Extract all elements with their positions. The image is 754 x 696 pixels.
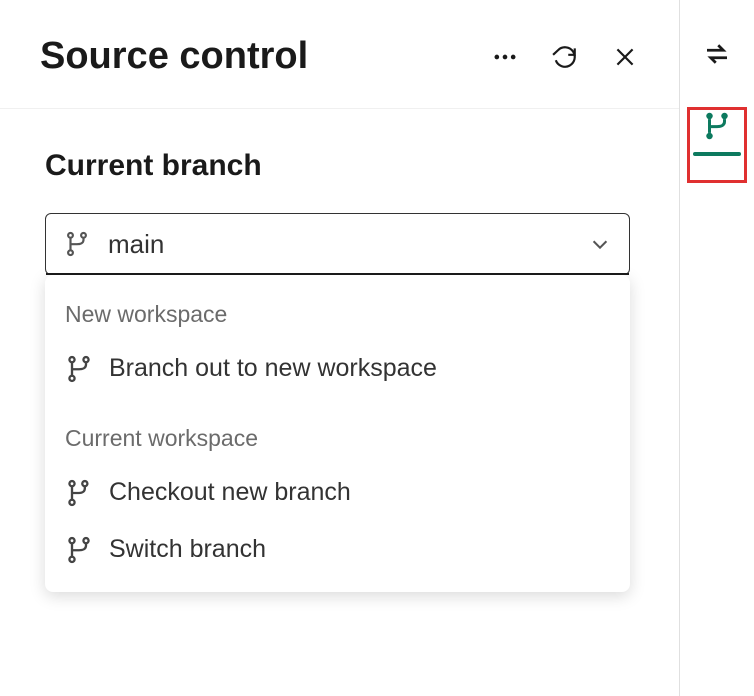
dropdown-item-switch-branch[interactable]: Switch branch xyxy=(45,521,630,578)
selected-branch-value: main xyxy=(108,229,589,260)
more-icon[interactable] xyxy=(491,43,519,71)
branch-selector[interactable]: main xyxy=(45,213,630,275)
current-branch-label: Current branch xyxy=(45,149,639,183)
branch-icon xyxy=(65,355,93,383)
branch-icon xyxy=(64,231,90,257)
source-control-panel: Source control xyxy=(0,0,680,696)
right-rail xyxy=(680,0,754,696)
dropdown-item-branch-out[interactable]: Branch out to new workspace xyxy=(45,340,630,397)
dropdown-item-label: Switch branch xyxy=(109,535,266,564)
refresh-icon[interactable] xyxy=(551,43,579,71)
dropdown-item-checkout-new[interactable]: Checkout new branch xyxy=(45,464,630,521)
close-icon[interactable] xyxy=(611,43,639,71)
branch-dropdown: New workspace Branch out to new workspac… xyxy=(45,275,630,592)
dropdown-section-new-workspace: New workspace xyxy=(45,293,630,340)
dropdown-item-label: Branch out to new workspace xyxy=(109,354,437,383)
dropdown-item-label: Checkout new branch xyxy=(109,478,351,507)
chevron-down-icon xyxy=(589,233,611,255)
active-tab-underline xyxy=(693,152,741,156)
page-title: Source control xyxy=(40,35,491,78)
branch-icon xyxy=(65,536,93,564)
sync-icon[interactable] xyxy=(701,38,733,70)
panel-header: Source control xyxy=(0,0,679,109)
header-actions xyxy=(491,43,639,71)
branch-new-icon xyxy=(65,479,93,507)
dropdown-section-current-workspace: Current workspace xyxy=(45,417,630,464)
dropdown-spacer xyxy=(45,397,630,417)
source-control-tab-icon[interactable] xyxy=(701,110,733,142)
panel-content: Current branch main New workspace xyxy=(0,109,679,592)
